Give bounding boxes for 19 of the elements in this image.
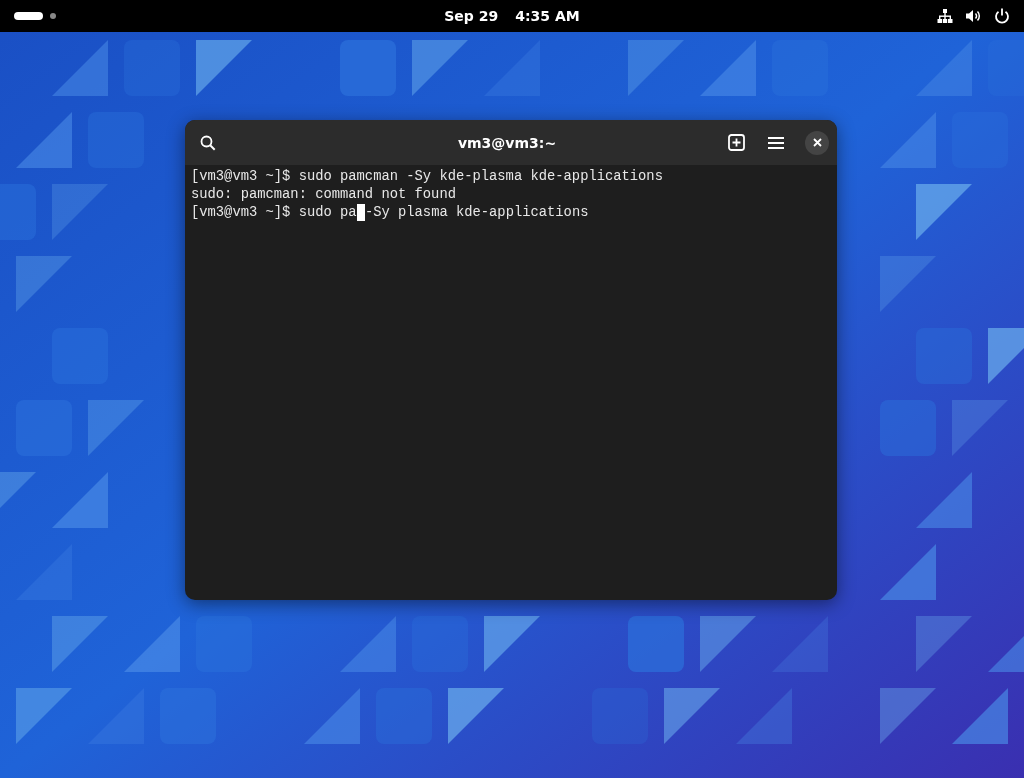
terminal-input-text: -Sy plasma kde-applications [364, 204, 589, 222]
close-button[interactable] [805, 130, 829, 155]
network-icon[interactable] [937, 8, 953, 24]
terminal-input-text: [vm3@vm3 ~]$ sudo pa [191, 204, 357, 222]
window-title: vm3@vm3:~ [456, 134, 558, 151]
search-icon [200, 134, 216, 151]
menu-icon [768, 135, 784, 150]
power-icon[interactable] [994, 8, 1010, 24]
clock-button[interactable]: Sep 29 4:35 AM [436, 4, 588, 28]
terminal-line: [vm3@vm3 ~]$ sudo pamcman -Sy kde-plasma kde-applications [191, 168, 664, 186]
terminal-line: sudo: pamcman: command not found [191, 186, 457, 204]
date-text: Sep 29 [444, 8, 499, 24]
text-cursor [356, 204, 365, 221]
volume-icon[interactable] [965, 8, 982, 24]
time-text: 4:35 AM [515, 8, 580, 24]
workspace-dot-icon[interactable] [50, 13, 56, 19]
close-icon [812, 138, 822, 147]
activities-indicator-icon[interactable] [14, 12, 43, 20]
plus-square-icon [727, 134, 745, 151]
